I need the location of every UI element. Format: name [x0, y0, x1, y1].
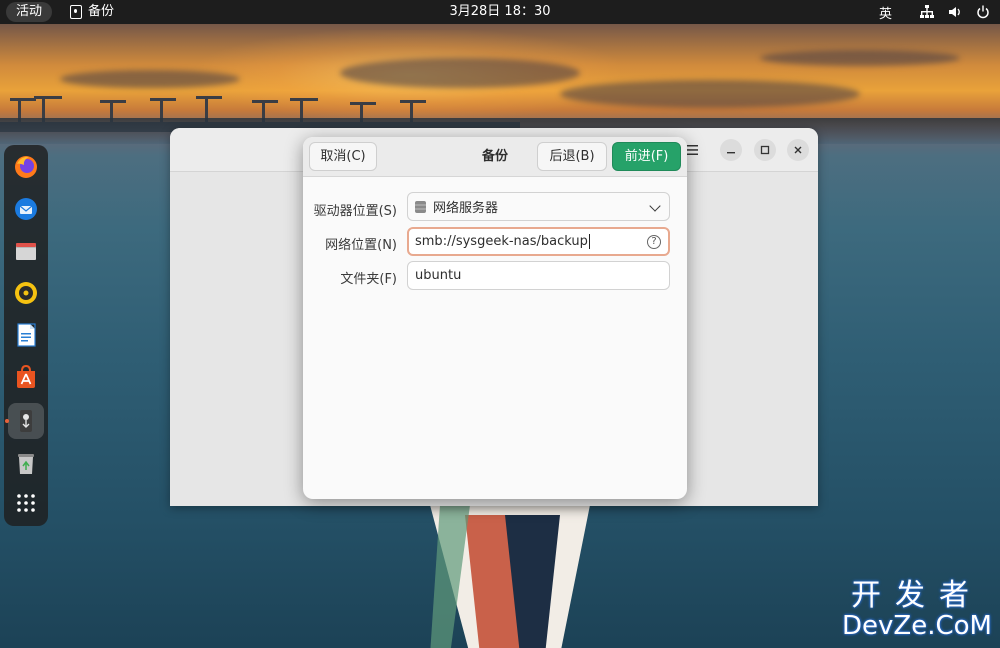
libreoffice-writer-icon [17, 323, 36, 347]
network-server-icon [415, 200, 426, 213]
dock-item-app-center[interactable] [8, 359, 44, 395]
watermark-cn: 开发者 [851, 578, 983, 613]
top-bar: 活动 备份 3月28日 18：30 英 [0, 0, 1000, 24]
app-menu[interactable]: 备份 [70, 2, 114, 22]
firefox-icon [15, 156, 37, 178]
cloud [340, 58, 580, 88]
maximize-button[interactable] [754, 139, 776, 161]
minimize-icon [727, 152, 735, 154]
cloud [60, 70, 240, 88]
rhythmbox-icon [15, 282, 37, 304]
network-location-input[interactable]: smb://sysgeek-nas/backup ? [407, 227, 670, 256]
input-method-indicator[interactable]: 英 [879, 3, 892, 22]
storage-location-label: 驱动器位置(S) [313, 204, 397, 219]
dock [4, 145, 48, 526]
cloud [560, 80, 860, 108]
storage-location-dropdown[interactable]: 网络服务器 [407, 192, 670, 221]
app-center-icon [17, 364, 35, 388]
dock-item-firefox[interactable] [8, 149, 44, 185]
network-icon[interactable] [920, 5, 934, 19]
dock-item-writer[interactable] [8, 317, 44, 353]
system-tray[interactable]: 英 [879, 0, 990, 24]
forward-button[interactable]: 前进(F) [612, 142, 681, 171]
dock-item-show-apps[interactable] [8, 485, 44, 521]
app-menu-label: 备份 [88, 4, 115, 19]
watermark-en: DevZe.CoM [842, 611, 992, 641]
dialog-headerbar: 备份 取消(C) 后退(B) 前进(F) [303, 137, 687, 177]
backup-app-icon [70, 5, 82, 19]
dock-item-trash[interactable] [8, 445, 44, 481]
activities-button[interactable]: 活动 [6, 2, 53, 22]
power-icon[interactable] [976, 5, 990, 19]
thunderbird-icon [15, 198, 37, 220]
backup-setup-dialog: 备份 取消(C) 后退(B) 前进(F) 驱动器位置(S) 网络服务器 网络位置… [303, 137, 687, 499]
running-indicator [5, 419, 9, 423]
backup-icon [20, 410, 32, 432]
dock-item-files[interactable] [8, 233, 44, 269]
clock[interactable]: 3月28日 18：30 [449, 4, 550, 19]
ship-bow [430, 505, 590, 648]
dock-item-backup[interactable] [5, 403, 44, 439]
dock-item-thunderbird[interactable] [8, 191, 44, 227]
volume-icon[interactable] [948, 5, 962, 19]
folder-input[interactable]: ubuntu [407, 261, 670, 290]
trash-icon [18, 454, 34, 474]
network-location-label: 网络位置(N) [325, 238, 397, 253]
back-button[interactable]: 后退(B) [537, 142, 607, 171]
text-cursor [588, 234, 590, 249]
folder-label: 文件夹(F) [340, 272, 397, 287]
storage-location-value: 网络服务器 [433, 201, 499, 216]
dock-item-rhythmbox[interactable] [8, 275, 44, 311]
cancel-button[interactable]: 取消(C) [309, 142, 377, 171]
app-grid-icon [17, 494, 35, 512]
close-icon [794, 146, 802, 154]
network-location-value: smb://sysgeek-nas/backup [415, 234, 588, 249]
site-watermark: 开发者 DevZe.CoM [842, 580, 992, 642]
chevron-down-icon [649, 200, 661, 212]
hamburger-icon [686, 145, 698, 155]
close-button[interactable] [787, 139, 809, 161]
help-icon[interactable]: ? [647, 235, 661, 249]
maximize-icon [760, 145, 770, 155]
folder-value: ubuntu [415, 268, 462, 283]
cloud [760, 50, 960, 66]
minimize-button[interactable] [720, 139, 742, 161]
files-icon [16, 243, 36, 260]
